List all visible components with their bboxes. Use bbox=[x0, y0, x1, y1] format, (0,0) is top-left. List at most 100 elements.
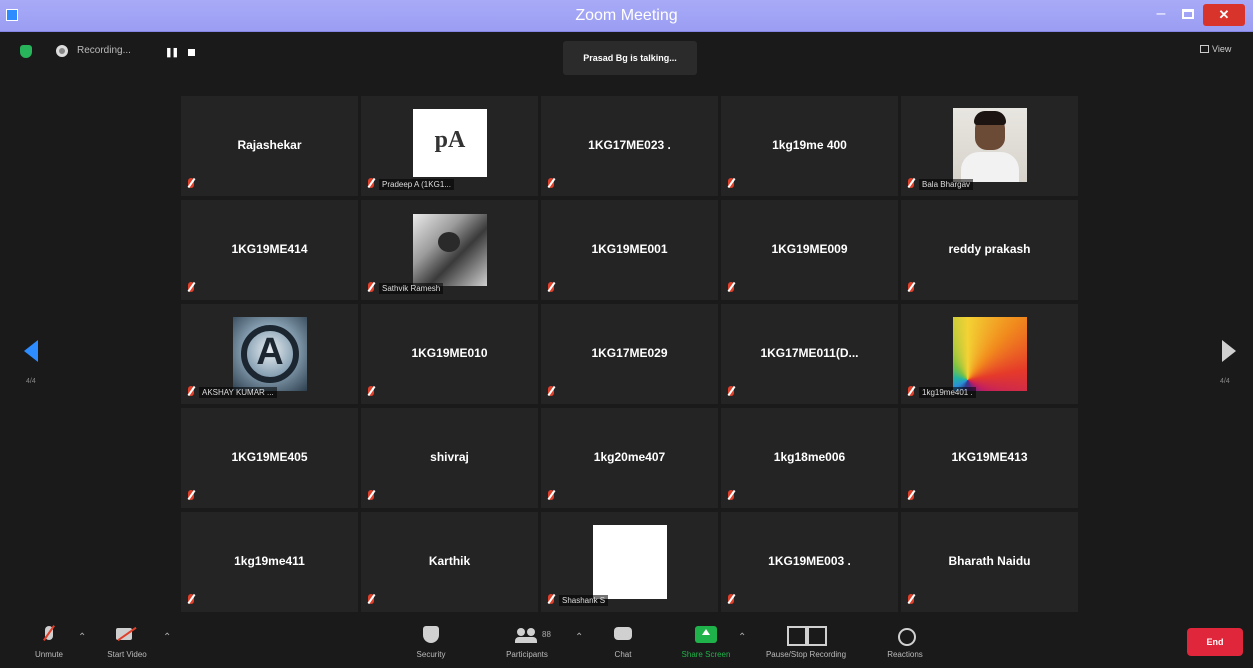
page-indicator-right: 4/4 bbox=[1220, 378, 1230, 385]
participants-button[interactable]: 88 Participants bbox=[496, 622, 558, 659]
participant-tile[interactable]: A AKSHAY KUMAR ... bbox=[181, 304, 358, 404]
participant-tile[interactable]: Sathvik Ramesh bbox=[361, 200, 538, 300]
view-button[interactable]: View bbox=[1200, 44, 1231, 54]
minimize-button[interactable]: – bbox=[1148, 4, 1174, 26]
reactions-button[interactable]: Reactions bbox=[880, 622, 930, 659]
security-label: Security bbox=[416, 650, 446, 659]
view-label: View bbox=[1212, 44, 1232, 54]
participant-name: 1KG19ME009 bbox=[771, 242, 848, 256]
page-indicator-left: 4/4 bbox=[26, 378, 36, 385]
participant-tile[interactable]: pA Pradeep A (1KG1... bbox=[361, 96, 538, 196]
unmute-button[interactable]: Unmute bbox=[24, 622, 74, 659]
participant-tile[interactable]: Karthik bbox=[361, 512, 538, 612]
participant-name-label: Sathvik Ramesh bbox=[379, 283, 444, 294]
participants-count: 88 bbox=[542, 630, 551, 639]
participant-name: 1KG19ME405 bbox=[231, 450, 308, 464]
participant-tile[interactable]: Shashank S bbox=[541, 512, 718, 612]
muted-mic-icon bbox=[907, 386, 915, 396]
end-meeting-button[interactable]: End bbox=[1187, 628, 1243, 656]
participant-tile[interactable]: 1KG17ME029 bbox=[541, 304, 718, 404]
stop-recording-icon[interactable] bbox=[188, 49, 195, 56]
participant-tile[interactable]: 1kg19me401 . bbox=[901, 304, 1078, 404]
participant-name-label: AKSHAY KUMAR ... bbox=[199, 387, 277, 398]
reactions-label: Reactions bbox=[887, 650, 923, 659]
muted-mic-icon bbox=[727, 282, 735, 292]
participant-tile[interactable]: 1kg19me411 bbox=[181, 512, 358, 612]
window-title: Zoom Meeting bbox=[575, 7, 678, 24]
pause-recording-icon[interactable]: ❚❚ bbox=[165, 47, 179, 58]
participant-name: 1KG17ME029 bbox=[591, 346, 668, 360]
start-video-label: Start Video bbox=[107, 650, 147, 659]
title-bar: Zoom Meeting – ✕ bbox=[0, 0, 1253, 32]
participant-tile[interactable]: 1kg19me 400 bbox=[721, 96, 898, 196]
maximize-button[interactable] bbox=[1175, 4, 1201, 26]
participant-tile[interactable]: 1KG19ME010 bbox=[361, 304, 538, 404]
photo-shape bbox=[974, 111, 1006, 125]
muted-mic-icon bbox=[187, 594, 195, 604]
share-options-caret-icon[interactable]: ⌃ bbox=[738, 632, 746, 643]
participant-tile[interactable]: Bharath Naidu bbox=[901, 512, 1078, 612]
participant-tile[interactable]: 1kg18me006 bbox=[721, 408, 898, 508]
security-button[interactable]: Security bbox=[408, 622, 454, 659]
participant-name: 1KG19ME010 bbox=[411, 346, 488, 360]
participant-avatar: pA bbox=[413, 109, 487, 177]
grid-view-icon bbox=[1200, 45, 1209, 53]
muted-mic-icon bbox=[367, 178, 375, 188]
participant-tile[interactable]: 1KG17ME023 . bbox=[541, 96, 718, 196]
participant-tile[interactable]: 1KG19ME001 bbox=[541, 200, 718, 300]
pause-stop-recording-label: Pause/Stop Recording bbox=[765, 650, 847, 659]
audio-options-caret-icon[interactable]: ⌃ bbox=[78, 632, 86, 643]
muted-mic-icon bbox=[547, 490, 555, 500]
muted-mic-icon bbox=[907, 490, 915, 500]
shield-icon bbox=[423, 622, 439, 648]
participant-name: 1kg19me411 bbox=[234, 554, 305, 568]
pause-stop-recording-button[interactable]: Pause/Stop Recording bbox=[756, 622, 856, 659]
participant-tile[interactable]: reddy prakash bbox=[901, 200, 1078, 300]
participant-name: shivraj bbox=[430, 450, 469, 464]
participant-tile[interactable]: 1KG19ME413 bbox=[901, 408, 1078, 508]
video-options-caret-icon[interactable]: ⌃ bbox=[163, 632, 171, 643]
meeting-top-bar: Recording... ❚❚ Prasad Bg is talking... … bbox=[0, 33, 1253, 75]
muted-mic-icon bbox=[547, 386, 555, 396]
video-off-icon bbox=[116, 622, 138, 648]
muted-mic-icon bbox=[907, 178, 915, 188]
participant-tile[interactable]: 1KG19ME414 bbox=[181, 200, 358, 300]
participant-name: 1KG17ME023 . bbox=[588, 138, 671, 152]
participant-tile[interactable]: 1KG17ME011(D... bbox=[721, 304, 898, 404]
participant-name-label: 1kg19me401 . bbox=[919, 387, 976, 398]
chat-button[interactable]: Chat bbox=[606, 622, 640, 659]
participant-tile[interactable]: 1kg20me407 bbox=[541, 408, 718, 508]
participant-tile[interactable]: 1KG19ME003 . bbox=[721, 512, 898, 612]
participant-tile[interactable]: 1KG19ME405 bbox=[181, 408, 358, 508]
participant-name: Bharath Naidu bbox=[948, 554, 1031, 568]
share-screen-button[interactable]: Share Screen bbox=[670, 622, 742, 659]
participant-name: 1KG19ME413 bbox=[951, 450, 1028, 464]
avatar-logo-text: A bbox=[256, 331, 284, 373]
participant-name: 1KG17ME011(D... bbox=[760, 346, 859, 360]
participant-name: 1kg18me006 bbox=[773, 450, 846, 464]
muted-mic-icon bbox=[187, 386, 195, 396]
participants-options-caret-icon[interactable]: ⌃ bbox=[575, 632, 583, 643]
participant-name: 1kg20me407 bbox=[593, 450, 666, 464]
muted-mic-icon bbox=[727, 386, 735, 396]
next-page-arrow-icon[interactable] bbox=[1222, 340, 1236, 362]
previous-page-arrow-icon[interactable] bbox=[24, 340, 38, 362]
muted-mic-icon bbox=[367, 490, 375, 500]
encryption-shield-icon[interactable] bbox=[20, 45, 32, 58]
start-video-button[interactable]: Start Video bbox=[100, 622, 154, 659]
participant-tile[interactable]: 1KG19ME009 bbox=[721, 200, 898, 300]
maximize-icon bbox=[1182, 9, 1194, 19]
muted-microphone-icon bbox=[42, 622, 56, 648]
gallery-grid: Rajashekar pA Pradeep A (1KG1... 1KG17ME023… bbox=[181, 96, 1081, 612]
participant-tile[interactable]: shivraj bbox=[361, 408, 538, 508]
participant-tile[interactable]: Bala Bhargav bbox=[901, 96, 1078, 196]
participants-icon: 88 bbox=[515, 622, 551, 648]
muted-mic-icon bbox=[547, 178, 555, 188]
close-button[interactable]: ✕ bbox=[1203, 4, 1245, 26]
recording-icon bbox=[56, 45, 68, 57]
participant-name: Rajashekar bbox=[237, 138, 302, 152]
muted-mic-icon bbox=[547, 594, 555, 604]
participant-avatar bbox=[953, 317, 1027, 391]
muted-mic-icon bbox=[187, 178, 195, 188]
participant-tile[interactable]: Rajashekar bbox=[181, 96, 358, 196]
